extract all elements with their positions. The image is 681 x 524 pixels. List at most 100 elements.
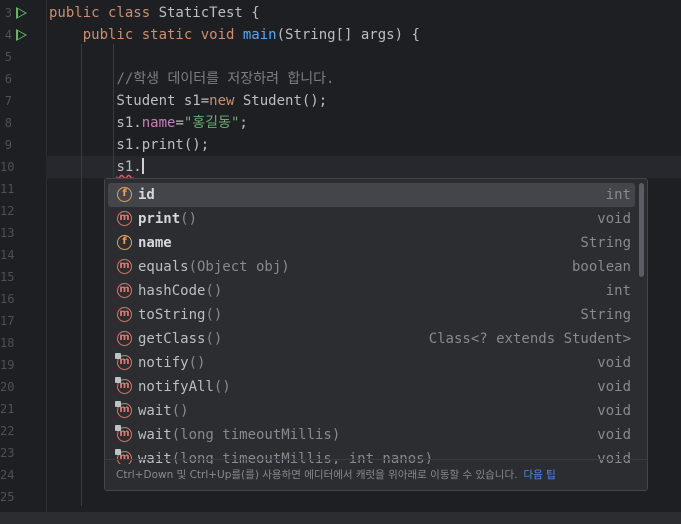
code-text: Student s1=new Student(); [49,90,327,112]
completion-item[interactable]: f id int [108,183,635,207]
code-token: = [175,115,184,131]
completion-item[interactable]: m notifyAll() void [108,375,635,399]
code-text: //학생 데이터를 저장하려 합니다. [49,68,334,90]
next-tip-link[interactable]: 다음 팁 [523,469,555,481]
horizontal-scrollbar[interactable] [0,512,681,524]
completion-item-params: () [171,403,189,419]
code-line[interactable]: 10 s1. [0,156,681,178]
completion-item-params: () [205,307,223,323]
line-number: 4 [4,28,12,42]
completion-tip-bar: Ctrl+Down 및 Ctrl+Up를(를) 사용하면 에디터에서 캐럿을 위… [105,459,647,490]
completion-item-type: Class<? extends Student> [428,331,631,347]
line-number: 10 [0,160,15,174]
code-text: public static void main(String[] args) { [49,24,420,46]
line-number: 6 [4,72,12,86]
code-token: StaticTest { [158,5,260,21]
line-number: 24 [0,468,15,482]
method-icon: m [115,377,132,394]
completion-item[interactable]: f name String [108,231,635,255]
completion-item[interactable]: m toString() String [108,303,635,327]
code-line[interactable]: 5 [5,46,681,68]
completion-item-name: id [138,187,155,203]
completion-item-params: () [205,283,223,299]
code-token: public static void [82,27,243,43]
method-icon: m [117,307,132,322]
code-token: public class [49,5,159,21]
completion-item[interactable]: m getClass() Class<? extends Student> [108,327,635,351]
completion-item[interactable]: m wait() void [108,399,635,423]
code-token: ; [239,115,248,131]
code-line[interactable]: 9 s1.print(); [5,134,681,156]
completion-item[interactable]: m hashCode() int [108,279,635,303]
line-number: 5 [4,50,12,64]
completion-item[interactable]: m wait(long timeoutMillis) void [108,423,635,447]
method-icon: m [115,425,132,442]
completion-item-params: () [180,211,198,227]
completion-item-type: void [597,355,631,371]
method-icon: m [115,353,132,370]
line-number: 11 [0,182,15,196]
line-number: 20 [0,380,15,394]
completion-item-name: hashCode [138,283,206,299]
method-icon: m [115,401,132,418]
line-number: 23 [0,446,15,460]
completion-tip-text: Ctrl+Down 및 Ctrl+Up를(를) 사용하면 에디터에서 캐럿을 위… [116,469,518,481]
completion-item-params: () [205,331,223,347]
line-number: 18 [0,336,15,350]
completion-item[interactable]: m print() void [108,207,635,231]
code-line[interactable]: 8 s1.name="홍길동"; [5,112,681,134]
method-icon: m [117,331,132,346]
line-number: 25 [0,490,15,504]
code-token: "홍길동" [183,115,240,131]
completion-item-name: print [138,211,181,227]
method-icon: m [117,283,132,298]
code-token: (String[] args) { [276,27,420,43]
code-text: s1.print(); [49,134,209,156]
code-token: s1. [49,115,142,131]
completion-item-type: String [580,235,631,251]
code-token: Student(); [242,93,328,109]
completion-item-name: wait [138,403,172,419]
completion-item-type: void [597,379,631,395]
completion-item-type: String [580,307,631,323]
line-number: 19 [0,358,15,372]
line-number: 13 [0,226,15,240]
code-line[interactable]: 7 Student s1=new Student(); [5,90,681,112]
code-token: . [133,159,142,175]
line-number: 12 [0,204,15,218]
completion-item-type: int [605,283,631,299]
text-caret [141,158,144,174]
code-token: s1 [116,159,134,175]
completion-list[interactable]: f id int m print() void f name String m equals(Obj… [105,179,647,464]
line-number: 7 [4,94,12,108]
line-number: 14 [0,248,15,262]
completion-item-type: void [597,427,631,443]
completion-item-name: notifyAll [138,379,214,395]
code-token: main [242,27,277,43]
field-icon: f [117,187,132,202]
completion-item-type: boolean [571,259,631,275]
code-text: s1. [49,156,144,178]
field-icon: f [117,235,132,250]
completion-scrollbar[interactable] [639,183,644,277]
completion-item-name: getClass [138,331,206,347]
line-number: 17 [0,314,15,328]
run-icon[interactable] [16,29,27,41]
completion-item-params: () [213,379,231,395]
code-token: new [209,93,243,109]
code-token: s1.print(); [49,137,210,153]
code-line[interactable]: 6 //학생 데이터를 저장하려 합니다. [5,68,681,90]
completion-item-params: () [188,355,206,371]
completion-item[interactable]: m equals(Object obj) boolean [108,255,635,279]
code-token: Student s1= [49,93,210,109]
line-number: 16 [0,292,15,306]
completion-item[interactable]: m notify() void [108,351,635,375]
code-completion-popup[interactable]: f id int m print() void f name String m equals(Obj… [104,178,648,491]
run-icon[interactable] [16,7,27,19]
code-line[interactable]: 4 public static void main(String[] args)… [5,24,681,46]
completion-item-name: wait [138,427,172,443]
code-line[interactable]: 3 public class StaticTest { [5,2,681,24]
